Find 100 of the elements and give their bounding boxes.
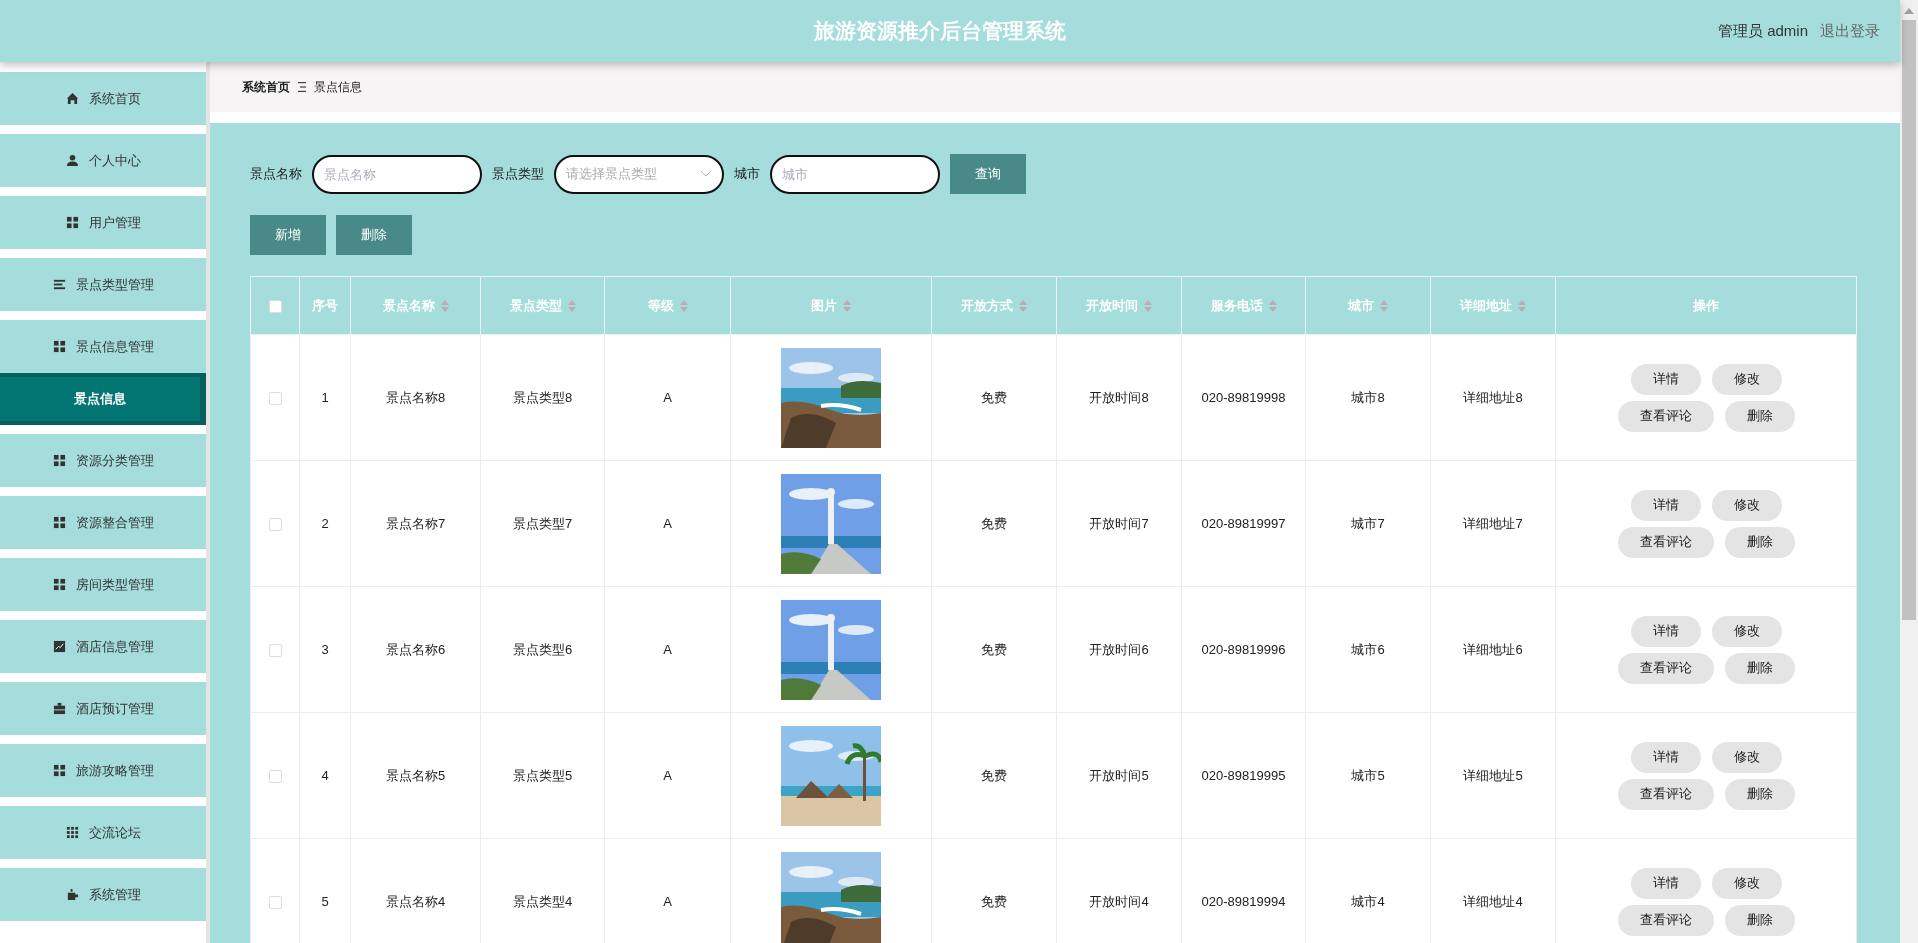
column-header: 景点名称	[382, 296, 435, 315]
table-cell: 020-89819995	[1201, 768, 1286, 783]
action-button[interactable]: 删除	[1724, 526, 1795, 558]
chevron-down-icon	[700, 170, 712, 178]
table-cell: 景点类型4	[512, 893, 573, 909]
sort-icon[interactable]	[1019, 299, 1027, 312]
scroll-up-icon[interactable]	[1904, 8, 1914, 14]
action-button[interactable]: 查看评论	[1617, 526, 1714, 558]
table-cell: 城市4	[1351, 893, 1385, 909]
input-field[interactable]: 城市	[770, 154, 940, 194]
table-cell: A	[663, 894, 672, 909]
scrollbar-thumb[interactable]	[1902, 20, 1916, 620]
sidebar-item[interactable]: 交流论坛	[0, 806, 206, 859]
sort-icon[interactable]	[1380, 299, 1388, 312]
sidebar-item[interactable]: 资源分类管理	[0, 434, 206, 487]
action-button[interactable]: 查看评论	[1617, 904, 1714, 936]
checkbox[interactable]	[268, 392, 282, 406]
field-label: 景点名称	[250, 165, 302, 183]
sort-icon[interactable]	[567, 299, 576, 312]
table-cell: 城市5	[1351, 767, 1385, 783]
logout-link[interactable]: 退出登录	[1820, 21, 1880, 41]
sidebar-item[interactable]: 系统首页	[0, 72, 206, 125]
apps-icon	[65, 826, 79, 839]
breadcrumb-item[interactable]: 系统首页	[242, 78, 290, 96]
action-button[interactable]: 查看评论	[1617, 400, 1714, 432]
action-button[interactable]: 删除	[1724, 652, 1795, 684]
table-cell: 020-89819994	[1201, 894, 1286, 909]
sidebar-item[interactable]: 景点信息管理	[0, 320, 206, 373]
checkbox[interactable]	[268, 644, 282, 658]
action-button[interactable]: 详情	[1630, 489, 1701, 521]
table-cell: 景点名称4	[385, 893, 446, 909]
column-header: 图片	[811, 296, 837, 315]
list-icon	[52, 278, 66, 291]
checkbox[interactable]	[268, 518, 282, 532]
column-header: 景点类型	[509, 296, 562, 315]
table-cell: 020-89819996	[1201, 642, 1286, 657]
sidebar-subitem[interactable]: 景点信息	[0, 373, 206, 425]
action-button[interactable]: 修改	[1711, 741, 1782, 773]
action-button[interactable]: 修改	[1711, 489, 1782, 521]
column-header: 详细地址	[1460, 296, 1512, 315]
sort-icon[interactable]	[440, 299, 449, 312]
sidebar-item[interactable]: 个人中心	[0, 134, 206, 187]
sidebar-item[interactable]: 景点类型管理	[0, 258, 206, 311]
action-button[interactable]: 详情	[1630, 867, 1701, 899]
column-header: 开放时间	[1086, 296, 1138, 315]
table-cell: 免费	[981, 515, 1007, 531]
sidebar-item[interactable]: 房间类型管理	[0, 558, 206, 611]
sort-icon[interactable]	[679, 299, 688, 312]
table-cell: 开放时间4	[1089, 893, 1149, 909]
table-cell: 免费	[981, 389, 1007, 405]
separator-icon	[298, 82, 306, 92]
column-header: 序号	[312, 296, 338, 315]
table-cell: A	[663, 390, 672, 405]
delete-button[interactable]: 删除	[336, 215, 412, 255]
action-button[interactable]: 修改	[1711, 615, 1782, 647]
sidebar-item[interactable]: 资源整合管理	[0, 496, 206, 549]
sidebar-item[interactable]: 用户管理	[0, 196, 206, 249]
sort-icon[interactable]	[843, 299, 851, 312]
table-cell: 景点类型6	[512, 641, 573, 657]
sidebar-item[interactable]: 酒店信息管理	[0, 620, 206, 673]
sidebar-item[interactable]: 酒店预订管理	[0, 682, 206, 735]
checkbox[interactable]	[268, 770, 282, 784]
scrollbar[interactable]	[1900, 0, 1918, 943]
table-cell: 5	[321, 894, 329, 909]
action-button[interactable]: 删除	[1724, 904, 1795, 936]
action-button[interactable]: 详情	[1630, 741, 1701, 773]
query-button[interactable]: 查询	[950, 154, 1026, 194]
action-button[interactable]: 查看评论	[1617, 778, 1714, 810]
table-cell: 020-89819997	[1201, 516, 1286, 531]
sort-icon[interactable]	[1268, 299, 1277, 312]
checkbox[interactable]	[268, 300, 282, 314]
action-button[interactable]: 修改	[1711, 867, 1782, 899]
table-cell: 详细地址4	[1463, 893, 1523, 909]
checkbox[interactable]	[268, 896, 282, 910]
action-button[interactable]: 删除	[1724, 400, 1795, 432]
action-button[interactable]: 查看评论	[1617, 652, 1714, 684]
grid-icon	[65, 216, 79, 229]
action-button[interactable]: 详情	[1630, 615, 1701, 647]
input-field[interactable]: 景点名称	[312, 154, 482, 194]
table-cell: 3	[321, 642, 329, 657]
action-button[interactable]: 删除	[1724, 778, 1795, 810]
sidebar-item[interactable]: 旅游攻略管理	[0, 744, 206, 797]
app-title: 旅游资源推介后台管理系统	[814, 18, 1066, 44]
action-button[interactable]: 修改	[1711, 363, 1782, 395]
table-cell: 城市7	[1351, 515, 1385, 531]
action-button[interactable]: 详情	[1630, 363, 1701, 395]
column-header: 城市	[1348, 296, 1374, 315]
column-header: 操作	[1693, 296, 1719, 315]
sort-icon[interactable]	[1144, 299, 1152, 312]
table-cell: 4	[321, 768, 329, 783]
column-header: 服务电话	[1210, 296, 1263, 315]
table-cell: 城市8	[1351, 389, 1385, 405]
table-cell: 开放时间7	[1089, 515, 1149, 531]
table-cell: 详细地址8	[1463, 389, 1523, 405]
sort-icon[interactable]	[1518, 299, 1526, 312]
chart-icon	[52, 640, 66, 653]
add-button[interactable]: 新增	[250, 215, 326, 255]
grid-icon	[52, 764, 66, 777]
table-cell: 020-89819998	[1201, 390, 1286, 405]
sidebar-item[interactable]: 系统管理	[0, 868, 206, 921]
